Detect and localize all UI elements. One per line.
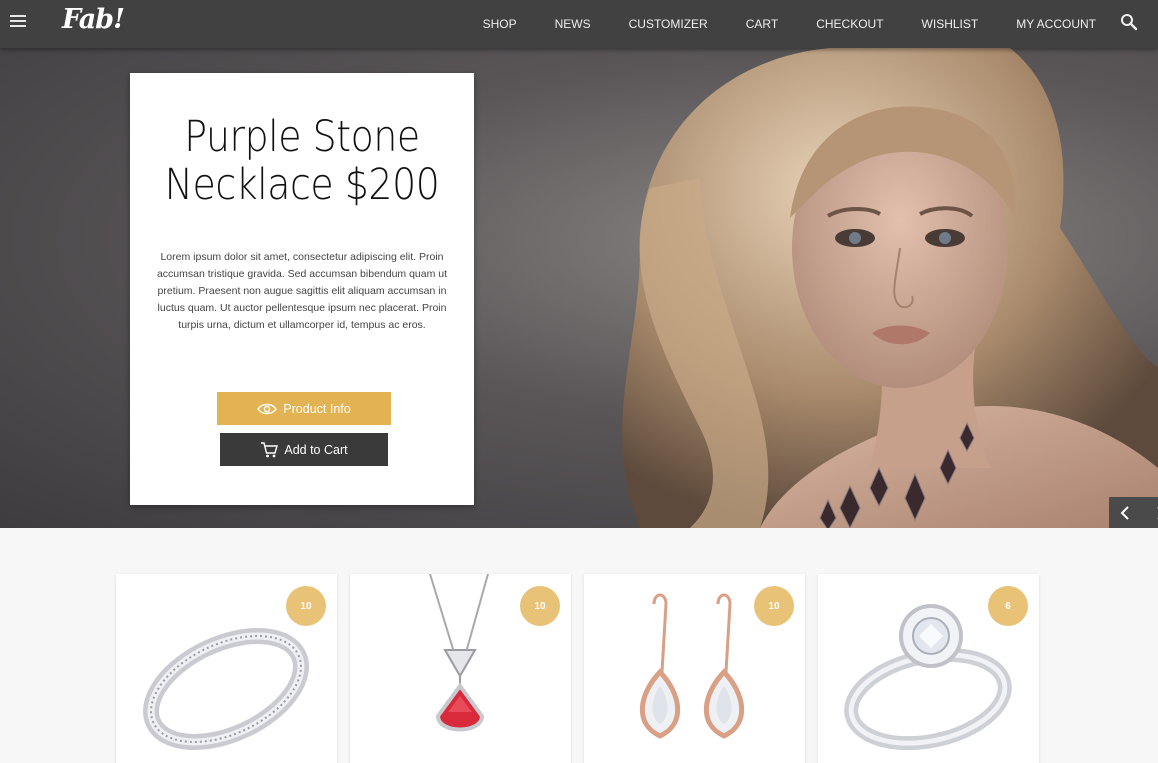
nav-cart[interactable]: CART bbox=[746, 17, 778, 31]
product-info-button[interactable]: Product Info bbox=[217, 392, 391, 425]
product-card-band-ring[interactable]: 10 bbox=[116, 574, 337, 763]
product-badge: 10 bbox=[754, 586, 794, 626]
product-card-drop-earrings[interactable]: 10 bbox=[584, 574, 805, 763]
hero-product-description: Lorem ipsum dolor sit amet, consectetur … bbox=[156, 251, 448, 331]
product-badge: 10 bbox=[520, 586, 560, 626]
eye-icon bbox=[257, 403, 278, 414]
product-info-label: Product Info bbox=[283, 401, 351, 416]
product-card-ruby-pendant[interactable]: 10 bbox=[350, 574, 571, 763]
product-badge: 10 bbox=[286, 586, 326, 626]
hero-product-card: Purple Stone Necklace $200 Lorem ipsum d… bbox=[130, 73, 474, 505]
hero-title-line2: Necklace $200 bbox=[164, 160, 440, 210]
chevron-right-icon[interactable] bbox=[1149, 497, 1158, 528]
nav-wishlist[interactable]: WISHLIST bbox=[922, 17, 979, 31]
hero-title-line1: Purple Stone bbox=[184, 112, 420, 162]
nav-my-account[interactable]: MY ACCOUNT bbox=[1016, 17, 1096, 31]
search-icon[interactable] bbox=[1120, 13, 1138, 31]
product-grid: 10 10 10 6 bbox=[0, 528, 1158, 763]
nav-customizer[interactable]: CUSTOMIZER bbox=[629, 17, 708, 31]
menu-icon[interactable] bbox=[10, 15, 26, 29]
nav-news[interactable]: NEWS bbox=[555, 17, 591, 31]
chevron-left-icon[interactable] bbox=[1113, 497, 1137, 528]
site-logo[interactable]: Fab! bbox=[62, 4, 125, 35]
hero-product-title: Purple Stone Necklace $200 bbox=[151, 113, 454, 209]
product-badge: 6 bbox=[988, 586, 1028, 626]
nav-checkout[interactable]: CHECKOUT bbox=[816, 17, 883, 31]
top-navigation-bar: Fab! SHOP NEWS CUSTOMIZER CART CHECKOUT … bbox=[0, 0, 1158, 48]
nav-shop[interactable]: SHOP bbox=[483, 17, 517, 31]
cart-icon bbox=[261, 441, 279, 457]
add-to-cart-label: Add to Cart bbox=[284, 442, 348, 457]
add-to-cart-button[interactable]: Add to Cart bbox=[220, 433, 388, 466]
slider-controls bbox=[1109, 497, 1158, 528]
product-card-engagement-ring[interactable]: 6 bbox=[818, 574, 1039, 763]
main-nav: SHOP NEWS CUSTOMIZER CART CHECKOUT WISHL… bbox=[483, 0, 1158, 48]
